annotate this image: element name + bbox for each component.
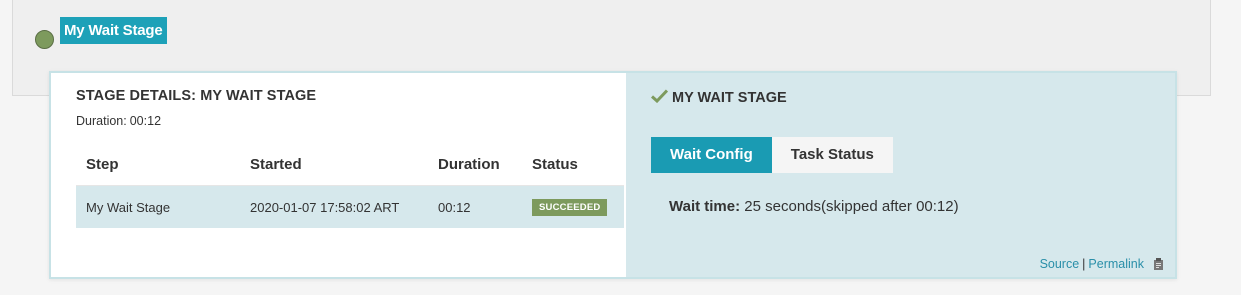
table-header-row: Step Started Duration Status <box>76 143 624 186</box>
wait-time-value: 25 seconds(skipped after 00:12) <box>744 198 959 215</box>
duration-label: Duration: <box>76 114 127 128</box>
panel-title: MY WAIT STAGE <box>650 88 787 108</box>
check-icon <box>650 88 669 108</box>
footer-links: Source | Permalink <box>1040 257 1166 271</box>
duration-value: 00:12 <box>129 114 162 128</box>
table-row[interactable]: My Wait Stage 2020-01-07 17:58:02 ART 00… <box>76 185 624 228</box>
tab-wait-config[interactable]: Wait Config <box>651 137 772 173</box>
cell-duration: 00:12 <box>428 185 522 228</box>
wait-time-label: Wait time: <box>669 198 741 215</box>
column-header-started: Started <box>240 143 428 186</box>
column-header-status: Status <box>522 143 624 186</box>
cell-started: 2020-01-07 17:58:02 ART <box>240 185 428 228</box>
status-badge: SUCCEEDED <box>532 199 608 216</box>
steps-table: Step Started Duration Status My Wait Sta… <box>76 143 624 228</box>
wait-time-info: Wait time: 25 seconds(skipped after 00:1… <box>669 198 959 215</box>
stage-details-pane: STAGE DETAILS: MY WAIT STAGE Duration: 00… <box>51 73 626 277</box>
stage-details-title: STAGE DETAILS: MY WAIT STAGE <box>76 88 317 104</box>
step-config-pane: MY WAIT STAGE Wait Config Task Status Wa… <box>626 73 1175 277</box>
permalink-link[interactable]: Permalink <box>1088 257 1144 271</box>
cell-status: SUCCEEDED <box>522 185 624 228</box>
stage-node-label[interactable]: My Wait Stage <box>60 17 167 44</box>
column-header-step: Step <box>76 143 240 186</box>
stage-status-dot[interactable] <box>35 30 54 49</box>
cell-step: My Wait Stage <box>76 185 240 228</box>
source-link[interactable]: Source <box>1040 257 1080 271</box>
link-separator: | <box>1082 257 1086 271</box>
config-tabs: Wait Config Task Status <box>651 137 893 173</box>
column-header-duration: Duration <box>428 143 522 186</box>
stage-details-popover: STAGE DETAILS: MY WAIT STAGE Duration: 00… <box>49 71 1177 279</box>
panel-title-text: MY WAIT STAGE <box>672 90 787 106</box>
stage-duration: Duration: 00:12 <box>76 114 161 128</box>
clipboard-icon[interactable] <box>1152 257 1166 271</box>
tab-task-status[interactable]: Task Status <box>771 137 893 173</box>
